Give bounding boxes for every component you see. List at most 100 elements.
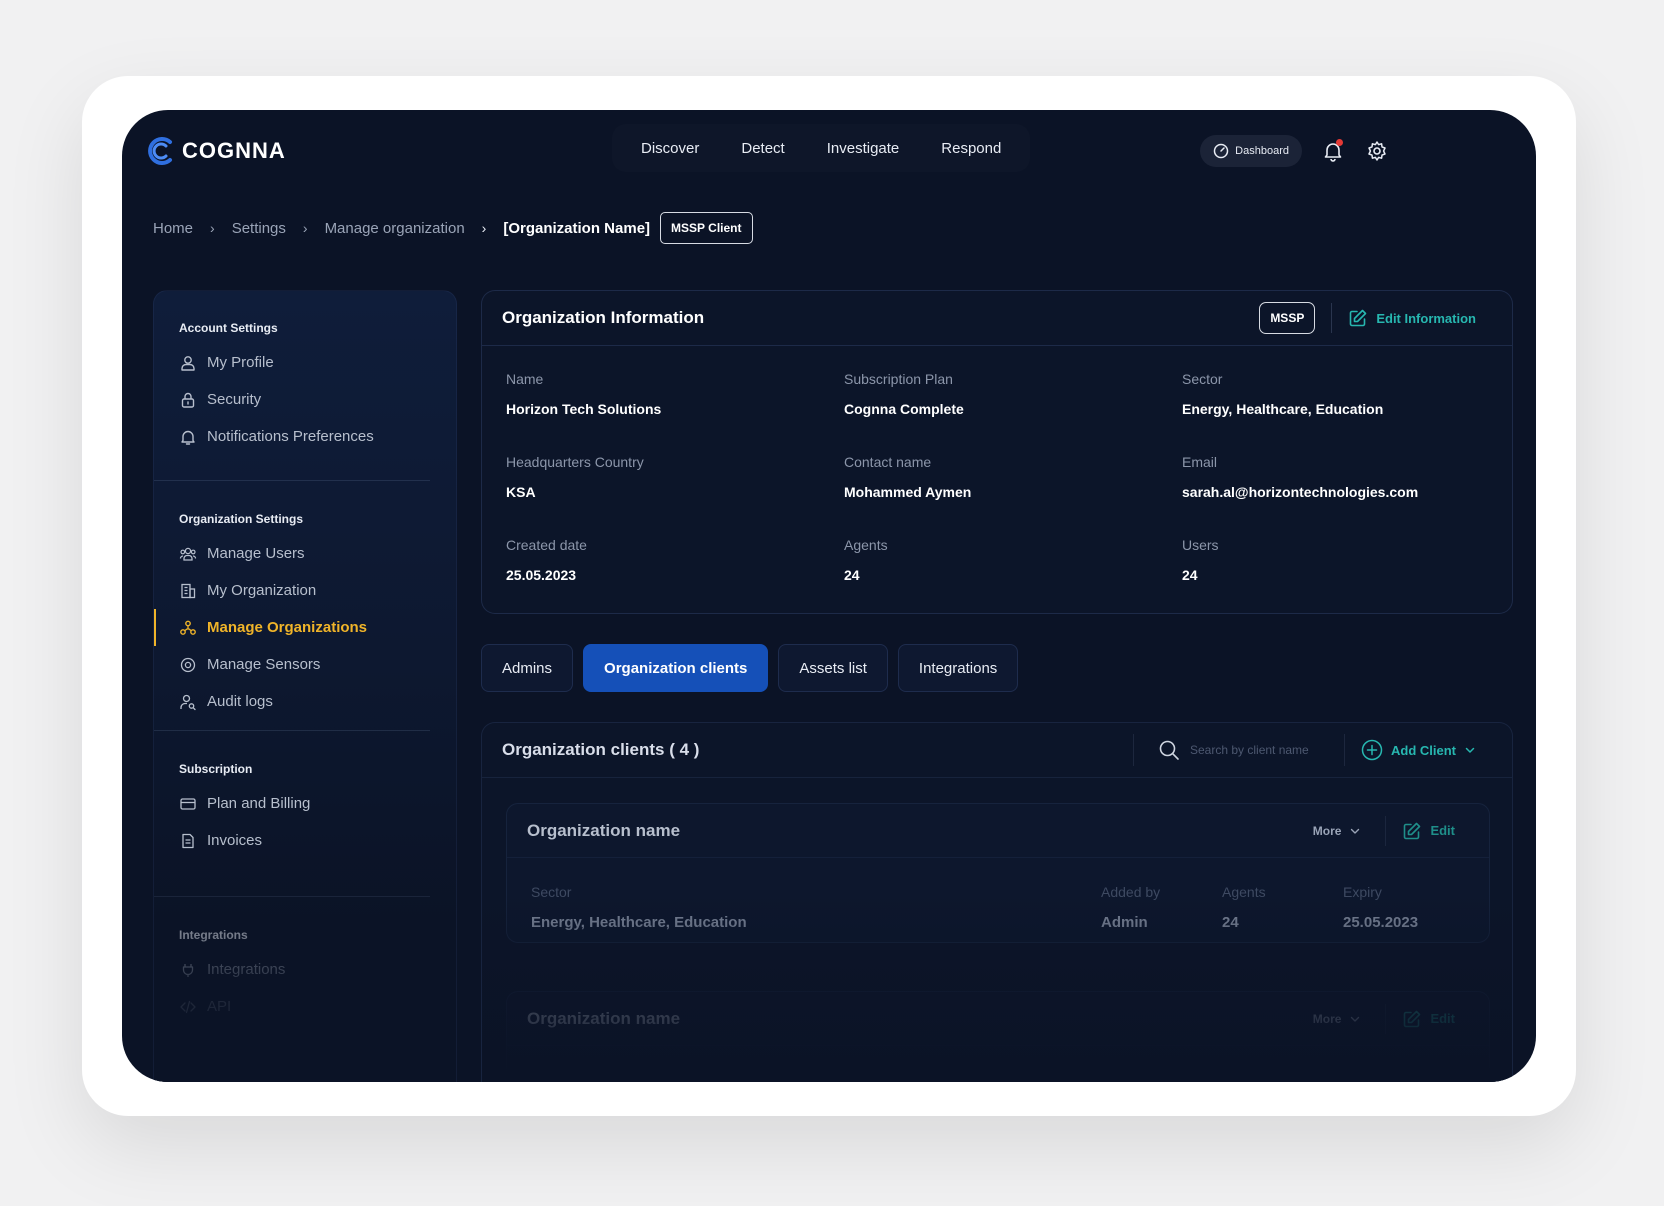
brand-logo[interactable]: COGNNA xyxy=(144,134,286,168)
sidebar-divider xyxy=(154,480,430,481)
nav-detect[interactable]: Detect xyxy=(720,140,805,157)
bell-icon xyxy=(181,430,195,445)
nav-discover[interactable]: Discover xyxy=(620,140,720,157)
client-field-value: Energy, Healthcare, Education xyxy=(531,914,747,931)
sidebar-item-label: Invoices xyxy=(207,832,263,849)
nav-respond[interactable]: Respond xyxy=(920,140,1022,157)
client-field-label: Added by xyxy=(1101,884,1161,900)
client-field-agents: Agents 24 xyxy=(1222,884,1266,931)
cognna-logo-icon xyxy=(148,137,172,165)
info-value: Cognna Complete xyxy=(844,401,964,417)
edit-icon xyxy=(1404,1010,1421,1027)
header-divider xyxy=(1331,303,1333,333)
more-label: More xyxy=(1312,1011,1342,1026)
info-label: Created date xyxy=(506,537,587,553)
brand-name: COGNNA xyxy=(182,138,286,163)
breadcrumb: Home › Settings › Manage organization › … xyxy=(153,212,753,244)
sidebar-item-notifications-preferences[interactable]: Notifications Preferences xyxy=(154,418,456,455)
sidebar-item-label: My Organization xyxy=(207,582,317,599)
client-field-added-by: Added by Admin xyxy=(1101,884,1160,931)
organization-information-header: Organization Information MSSP Edit Infor… xyxy=(482,291,1512,346)
chevron-down-icon xyxy=(1465,747,1475,753)
sidebar-divider xyxy=(154,896,430,897)
sidebar-item-manage-users[interactable]: Manage Users xyxy=(154,535,456,572)
top-navigation: Discover Detect Investigate Respond xyxy=(612,124,1030,172)
client-card-header: Organization name More Edit xyxy=(507,804,1489,858)
gear-icon xyxy=(1368,141,1386,161)
organizations-icon xyxy=(180,620,196,635)
building-icon xyxy=(181,583,196,598)
client-field-value: 25.05.2023 xyxy=(1343,914,1419,931)
chevron-right-icon: › xyxy=(481,220,487,236)
breadcrumb-settings[interactable]: Settings xyxy=(232,220,286,237)
sidebar-item-label: API xyxy=(207,998,232,1015)
chevron-right-icon: › xyxy=(302,220,308,236)
add-client-button[interactable]: Add Client xyxy=(1344,734,1476,766)
sidebar-item-manage-organizations[interactable]: Manage Organizations xyxy=(154,609,456,646)
info-label: Contact name xyxy=(844,454,932,470)
edit-icon xyxy=(1404,822,1421,839)
organization-information-title: Organization Information xyxy=(502,308,705,327)
sidebar-item-integrations[interactable]: Integrations xyxy=(154,951,456,988)
edit-client-button[interactable]: Edit xyxy=(1402,821,1455,841)
client-search-input[interactable] xyxy=(1190,743,1328,757)
breadcrumb-home[interactable]: Home xyxy=(153,220,193,237)
edit-information-button[interactable]: Edit Information xyxy=(1348,308,1476,328)
header-actions: Dashboard xyxy=(1200,135,1390,167)
search-icon xyxy=(1159,740,1179,760)
sidebar-item-label: Manage Sensors xyxy=(207,656,321,673)
info-label: Subscription Plan xyxy=(844,371,953,387)
client-type-badge: MSSP Client xyxy=(660,212,753,244)
subscription-title: Subscription xyxy=(179,762,253,776)
edit-icon xyxy=(1350,309,1367,327)
subscription-group: Subscription Plan and Billing Invoices xyxy=(154,762,456,859)
breadcrumb-manage-organization[interactable]: Manage organization xyxy=(325,220,465,237)
sidebar-item-api[interactable]: API xyxy=(154,988,456,1025)
client-card-body: Sector Energy, Healthcare, Education Add… xyxy=(507,858,1489,944)
client-search xyxy=(1133,734,1328,766)
sidebar-item-my-organization[interactable]: My Organization xyxy=(154,572,456,609)
settings-button[interactable] xyxy=(1364,138,1390,164)
tab-integrations[interactable]: Integrations xyxy=(897,644,1019,692)
nav-investigate[interactable]: Investigate xyxy=(806,140,921,157)
organization-information-grid: Name Horizon Tech Solutions Subscription… xyxy=(506,371,1506,620)
integrations-group: Integrations Integrations API xyxy=(154,928,456,1025)
info-field-contact-name: Contact name Mohammed Aymen xyxy=(844,454,1182,537)
notifications-button[interactable] xyxy=(1320,138,1346,164)
info-value: KSA xyxy=(506,484,536,500)
client-card: Organization name More Edit xyxy=(506,991,1490,1082)
info-label: Users xyxy=(1182,537,1219,553)
edit-client-label: Edit xyxy=(1430,823,1455,838)
sidebar-item-plan-and-billing[interactable]: Plan and Billing xyxy=(154,785,456,822)
organization-settings-title: Organization Settings xyxy=(179,512,304,526)
breadcrumb-current: [Organization Name] xyxy=(503,219,651,237)
more-dropdown[interactable]: More xyxy=(1312,815,1387,846)
client-field-value: Admin xyxy=(1101,914,1148,931)
organization-clients-title: Organization clients ( 4 ) xyxy=(502,740,700,759)
user-icon xyxy=(181,355,195,371)
settings-sidebar: Account Settings My Profile Security Not… xyxy=(153,290,457,1082)
sidebar-item-invoices[interactable]: Invoices xyxy=(154,822,456,859)
sidebar-item-label: Integrations xyxy=(207,961,286,978)
info-value: Mohammed Aymen xyxy=(844,484,972,500)
info-label: Sector xyxy=(1182,371,1223,387)
info-value: Horizon Tech Solutions xyxy=(506,401,662,417)
client-field-label: Expiry xyxy=(1343,884,1382,900)
sidebar-item-my-profile[interactable]: My Profile xyxy=(154,344,456,381)
tab-organization-clients[interactable]: Organization clients xyxy=(583,644,769,692)
sidebar-item-audit-logs[interactable]: Audit logs xyxy=(154,683,456,720)
dashboard-button[interactable]: Dashboard xyxy=(1200,135,1302,167)
gauge-icon xyxy=(1213,143,1229,159)
tab-assets-list[interactable]: Assets list xyxy=(778,644,888,692)
organization-tabs: Admins Organization clients Assets list … xyxy=(481,644,1019,692)
edit-client-button[interactable]: Edit xyxy=(1402,1009,1455,1029)
info-field-created-date: Created date 25.05.2023 xyxy=(506,537,844,620)
sidebar-item-manage-sensors[interactable]: Manage Sensors xyxy=(154,646,456,683)
tab-admins[interactable]: Admins xyxy=(481,644,574,692)
organization-settings-group: Organization Settings Manage Users My Or… xyxy=(154,512,456,720)
sidebar-item-security[interactable]: Security xyxy=(154,381,456,418)
more-label: More xyxy=(1312,823,1342,838)
chevron-right-icon: › xyxy=(210,220,215,236)
account-settings-group: Account Settings My Profile Security Not… xyxy=(154,321,456,455)
more-dropdown[interactable]: More xyxy=(1312,1003,1387,1034)
